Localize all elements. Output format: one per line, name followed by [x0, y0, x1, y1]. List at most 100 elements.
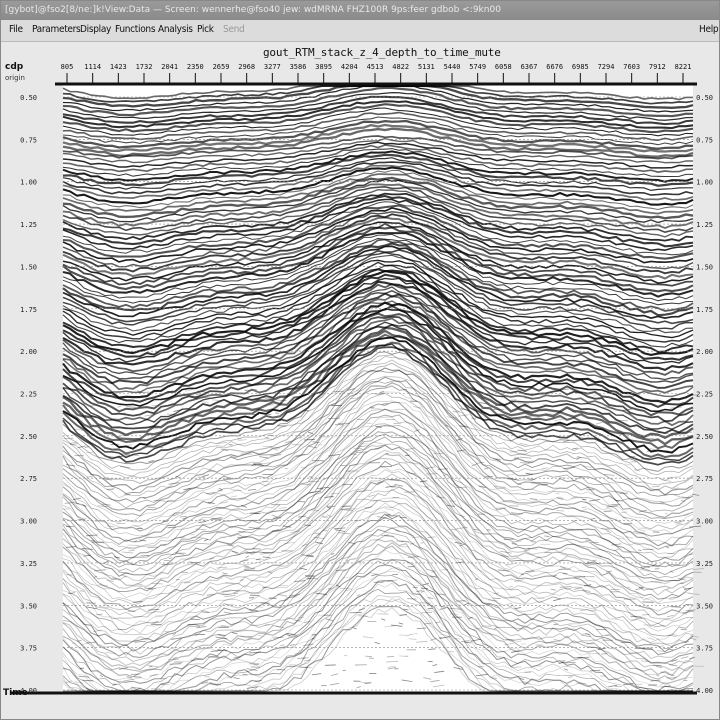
x-tick-label: 5440 — [444, 63, 461, 71]
x-tick-label: 4822 — [392, 63, 409, 71]
seismic-noise — [244, 568, 256, 570]
y-tick-label-right: 1.00 — [696, 179, 713, 187]
y-tick-label-left: 3.50 — [20, 602, 37, 610]
seismic-noise — [349, 611, 362, 614]
seismic-noise — [671, 606, 682, 608]
x-tick-label: 7603 — [623, 63, 640, 71]
x-axis-origin-label: origin — [5, 74, 25, 82]
seismic-noise — [74, 454, 85, 457]
seismic-noise — [358, 615, 368, 617]
plot-area[interactable]: 805 1114 1423 1732 2041 2350 2659 2968 3277 3586 3… — [1, 42, 719, 719]
x-tick-label: 1423 — [110, 63, 127, 71]
x-tick-label: 3586 — [290, 63, 307, 71]
seismic-noise — [225, 603, 235, 606]
x-tick-label: 805 — [61, 63, 74, 71]
seismic-noise — [79, 590, 85, 592]
seismic-section-plot[interactable]: 805 1114 1423 1732 2041 2350 2659 2968 3277 3586 3… — [1, 42, 719, 719]
y-axis-left: 0.50 0.75 1.00 1.25 1.50 1.75 2.00 2.25 2.50 2.75… — [20, 94, 37, 695]
x-tick-label: 7912 — [649, 63, 666, 71]
seismic-noise — [342, 669, 346, 672]
seismic-noise — [555, 509, 565, 512]
y-tick-label-right: 3.50 — [696, 602, 713, 610]
y-tick-label-right: 3.25 — [696, 560, 713, 568]
y-tick-label-right: 1.50 — [696, 263, 713, 271]
y-tick-label-left: 3.00 — [20, 518, 37, 526]
menu-parameters[interactable]: Parameters — [32, 24, 81, 35]
x-tick-label: 3277 — [264, 63, 281, 71]
seismic-noise — [304, 524, 311, 526]
menu-file[interactable]: File — [9, 24, 23, 35]
menu-functions[interactable]: Functions — [115, 24, 156, 35]
seismic-noise — [511, 666, 522, 668]
seismic-noise — [381, 580, 390, 582]
seismic-noise — [151, 404, 157, 407]
menu-analysis[interactable]: Analysis — [158, 24, 193, 35]
y-tick-label-left: 2.75 — [20, 475, 37, 483]
y-tick-label-right: 2.00 — [696, 348, 713, 356]
y-axis-right: 0.50 0.75 1.00 1.25 1.50 1.75 2.00 2.25 2.50 2.75… — [696, 94, 713, 695]
y-tick-label-left: 2.25 — [20, 391, 37, 399]
seismic-noise — [311, 634, 317, 636]
seismic-noise — [588, 652, 600, 655]
y-tick-label-right: 1.25 — [696, 221, 713, 229]
y-tick-label-right: 2.50 — [696, 433, 713, 441]
x-tick-label: 1114 — [84, 63, 101, 71]
y-tick-label-right: 3.00 — [696, 518, 713, 526]
y-tick-label-left: 2.00 — [20, 348, 37, 356]
app-window: [gybot]@fso2[8/ne:]k!View:Data — Screen:… — [0, 0, 720, 720]
seismic-noise — [601, 653, 608, 655]
seismic-noise — [512, 690, 520, 692]
seismic-noise — [482, 625, 492, 627]
seismic-noise — [593, 394, 597, 396]
x-tick-label: 3895 — [315, 63, 332, 71]
seismic-noise — [576, 682, 587, 684]
seismic-noise — [169, 663, 182, 665]
menu-bar: File Parameters Display Functions Analys… — [1, 20, 719, 42]
y-tick-label-left: 1.50 — [20, 263, 37, 271]
y-tick-label-left: 1.75 — [20, 306, 37, 314]
y-tick-label-left: 0.75 — [20, 136, 37, 144]
seismic-noise — [68, 525, 75, 528]
y-tick-label-right: 0.75 — [696, 136, 713, 144]
window-title: [gybot]@fso2[8/ne:]k!View:Data — Screen:… — [5, 5, 501, 15]
x-tick-label: 8221 — [675, 63, 692, 71]
y-tick-label-left: 3.25 — [20, 560, 37, 568]
seismic-noise — [100, 402, 106, 404]
x-tick-label: 4204 — [341, 63, 358, 71]
seismic-noise — [304, 439, 315, 441]
x-tick-label: 2659 — [213, 63, 230, 71]
y-axis-label: Time — [3, 688, 28, 698]
y-tick-label-left: 2.50 — [20, 433, 37, 441]
window-titlebar[interactable]: [gybot]@fso2[8/ne:]k!View:Data — Screen:… — [1, 1, 719, 20]
y-tick-label-right: 1.75 — [696, 306, 713, 314]
y-tick-label-right: 0.50 — [696, 94, 713, 102]
x-tick-label: 6985 — [572, 63, 589, 71]
x-tick-label: 5131 — [418, 63, 435, 71]
y-tick-label-left: 1.00 — [20, 179, 37, 187]
seismic-noise — [692, 568, 705, 571]
x-tick-label: 4513 — [367, 63, 384, 71]
x-tick-label: 5749 — [469, 63, 486, 71]
menu-pick[interactable]: Pick — [197, 24, 214, 35]
x-tick-label: 2968 — [238, 63, 255, 71]
menu-help[interactable]: Help — [699, 24, 719, 35]
y-tick-label-right: 2.25 — [696, 391, 713, 399]
x-tick-label: 7294 — [598, 63, 615, 71]
y-tick-label-right: 3.75 — [696, 645, 713, 653]
x-tick-label: 6367 — [521, 63, 538, 71]
seismic-noise — [330, 553, 335, 555]
seismic-noise — [692, 493, 700, 496]
seismic-noise — [307, 577, 319, 580]
x-tick-label: 6676 — [546, 63, 563, 71]
y-tick-label-left: 3.75 — [20, 645, 37, 653]
y-tick-label-right: 2.75 — [696, 475, 713, 483]
y-tick-label-left: 1.25 — [20, 221, 37, 229]
x-tick-label: 2350 — [187, 63, 204, 71]
seismic-noise — [493, 592, 500, 594]
plot-title: gout_RTM_stack_z_4_depth_to_time_mute — [263, 46, 501, 59]
menu-display[interactable]: Display — [80, 24, 111, 35]
x-tick-label: 6058 — [495, 63, 512, 71]
x-axis-label: cdp — [5, 62, 24, 72]
menu-send: Send — [223, 24, 245, 35]
y-tick-label-right: 4.00 — [696, 687, 713, 695]
